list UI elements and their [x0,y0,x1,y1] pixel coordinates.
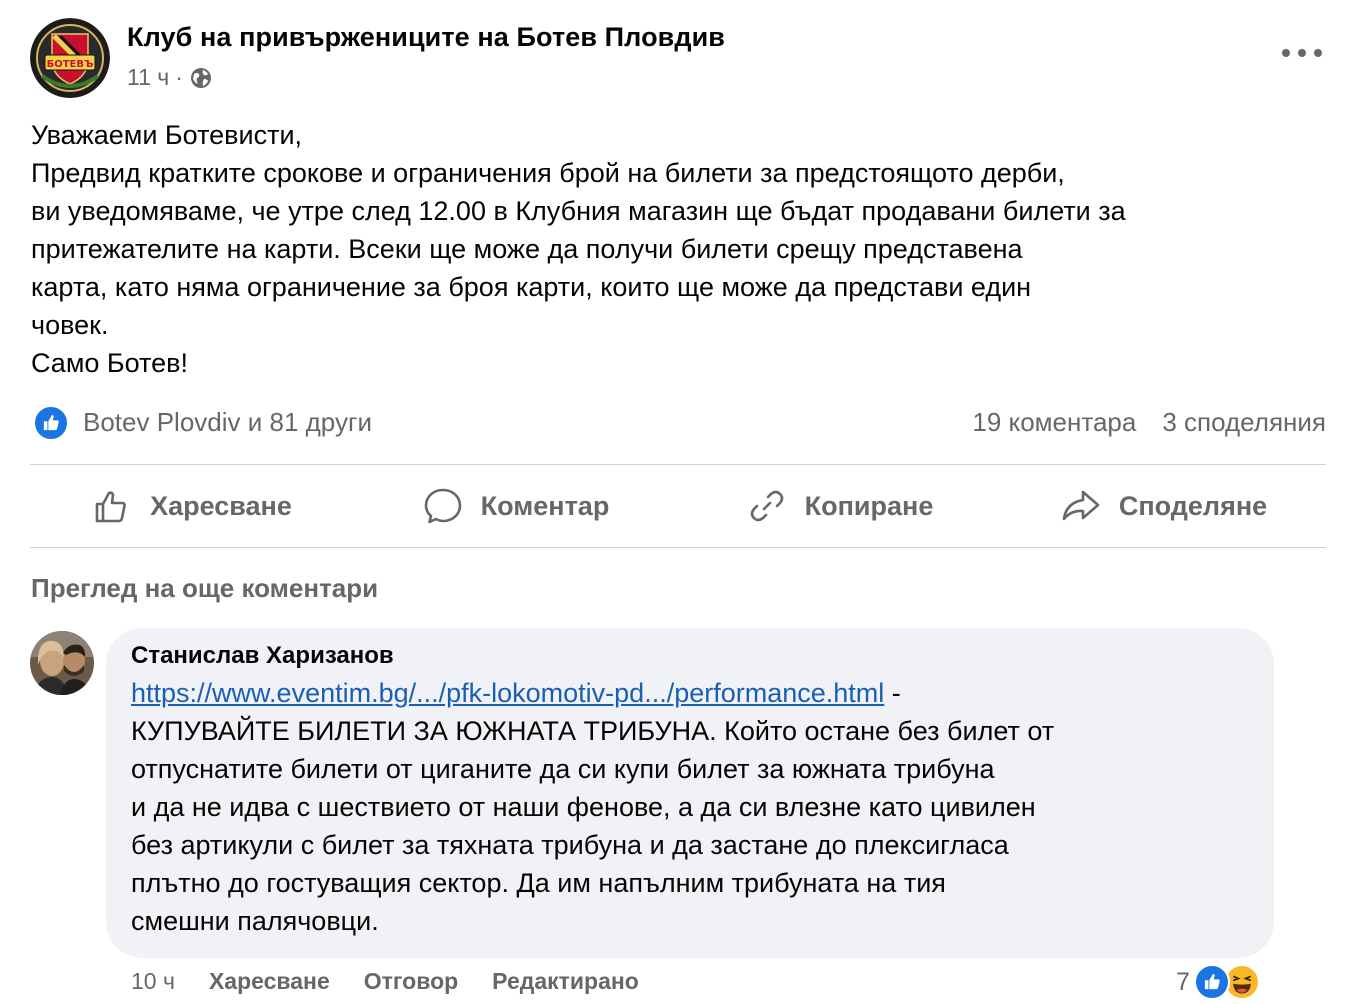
copy-link-button[interactable]: Копиране [678,466,1002,546]
comment-bubble: Станислав Харизанов https://www.eventim.… [106,628,1274,958]
post-time[interactable]: 11 ч [127,64,169,91]
shares-count[interactable]: 3 споделяния [1162,407,1326,438]
post-line: Само Ботев! [31,348,188,378]
like-button[interactable]: Харесване [30,466,354,546]
share-button[interactable]: Споделяне [1002,466,1326,546]
post-line: ви уведомяваме, че утре след 12.00 в Клу… [31,196,1126,226]
club-crest-logo: БОТЕВЪ [30,18,110,98]
comment-line: отпуснатите билети от циганите да си куп… [131,754,995,784]
comment-reply-button[interactable]: Отговор [364,968,458,995]
comments-count[interactable]: 19 коментара [972,407,1136,438]
post-meta: 11 ч · [127,64,213,91]
link-dash: - [884,678,901,708]
crest-lettering: БОТЕВЪ [47,59,94,70]
stats-right: 19 коментара 3 споделяния [972,407,1326,438]
divider [30,464,1326,465]
more-dot [1314,49,1322,57]
commenter-photo [30,631,94,695]
view-more-comments-link[interactable]: Преглед на още коментари [31,573,378,604]
copy-label: Копиране [804,490,934,521]
post-actions: Харесване Коментар Копиране Споделяне [30,466,1326,546]
post-line: човек. [31,310,109,340]
reactors-summary[interactable]: Botev Plovdiv и 81 други [83,407,372,438]
comment-text: https://www.eventim.bg/.../pfk-lokomotiv… [131,674,1250,940]
comment-like-button[interactable]: Харесване [209,968,330,995]
comment-line: плътно до гостуващия сектор. Да им напъл… [131,868,946,898]
comment-time[interactable]: 10 ч [131,968,175,995]
like-reaction-icon [1193,964,1230,1000]
comment-line: без артикули с билет за тяхната трибуна … [131,830,1009,860]
post-header: БОТЕВЪ Клуб на привържениците на Ботев П… [30,18,1326,98]
comment-icon [424,488,461,524]
thumbs-up-icon [95,491,126,523]
comment-reactions[interactable]: 7 [1176,962,1260,1002]
post-line: карта, като няма ограничение за броя кар… [31,272,1032,302]
globe-icon [190,67,211,88]
like-label: Харесване [150,490,292,521]
comment-link-line: https://www.eventim.bg/.../pfk-lokomotiv… [131,674,1250,712]
post-line: притежателите на карти. Всеки ще може да… [31,234,1023,264]
comment-actions: 10 ч Харесване Отговор Редактирано [131,968,639,995]
comment-label: Коментар [480,490,610,521]
share-icon [1062,490,1100,521]
comment-line: и да не идва с шествието от наши фенове,… [131,792,1036,822]
comment-author[interactable]: Станислав Харизанов [131,642,1250,670]
comment-link[interactable]: https://www.eventim.bg/.../pfk-lokomotiv… [131,678,884,708]
more-options-icon[interactable] [1282,42,1322,64]
comment-edited-label[interactable]: Редактирано [492,968,639,995]
comment-reaction-count: 7 [1176,967,1190,996]
more-dot [1298,49,1306,57]
meta-separator: · [175,64,183,90]
comment-button[interactable]: Коментар [354,466,678,546]
page-name[interactable]: Клуб на привържениците на Ботев Пловдив [127,22,725,53]
page-avatar[interactable]: БОТЕВЪ [30,18,110,98]
link-icon [750,490,783,522]
post-stats: Botev Plovdiv и 81 други 19 коментара 3 … [31,402,1326,442]
comment-line: КУПУВАЙТЕ БИЛЕТИ ЗА ЮЖНАТА ТРИБУНА. Койт… [131,716,1055,746]
like-reaction-icon[interactable] [33,405,69,441]
more-dot [1282,49,1290,57]
share-label: Споделяне [1118,490,1268,521]
post-line: Уважаеми Ботевисти, [31,120,303,150]
post-text: Уважаеми Ботевисти, Предвид кратките сро… [31,116,1331,382]
comment-line: смешни палячовци. [131,906,379,936]
post-line: Предвид кратките срокове и ограничения б… [31,158,1065,188]
avatar[interactable] [30,631,94,695]
divider [30,547,1326,548]
